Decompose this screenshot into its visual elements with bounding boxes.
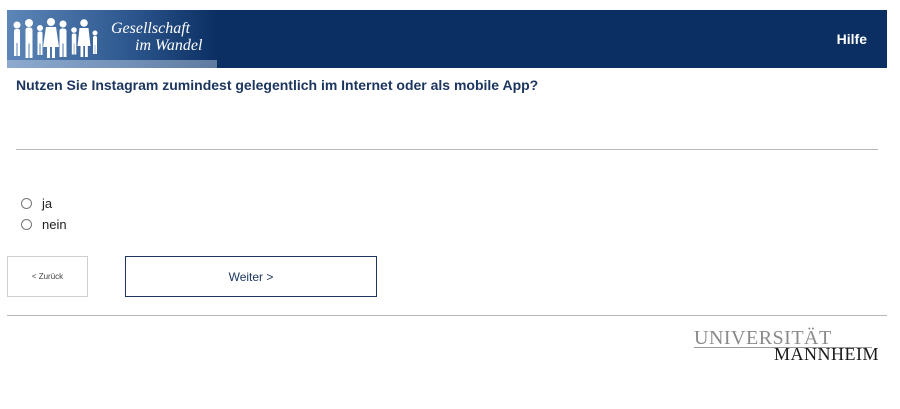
university-line-2: MANNHEIM <box>774 344 879 364</box>
gesellschaft-im-wandel-logo: Gesellschaft im Wandel <box>7 10 217 68</box>
logo-text: Gesellschaft im Wandel <box>111 20 202 54</box>
logo-line-1: Gesellschaft <box>111 20 191 37</box>
radio-ja[interactable] <box>21 198 32 209</box>
header-bar: Gesellschaft im Wandel Hilfe <box>7 10 887 68</box>
question-divider <box>16 149 878 150</box>
question-text: Nutzen Sie Instagram zumindest gelegentl… <box>16 77 539 93</box>
answer-options: ja nein <box>20 193 67 235</box>
footer-divider <box>7 315 887 316</box>
help-link[interactable]: Hilfe <box>837 31 867 47</box>
back-button[interactable]: < Zurück <box>7 256 88 297</box>
universitaet-mannheim-logo: UNIVERSITÄT MANNHEIM <box>694 328 879 364</box>
logo-line-2: im Wandel <box>135 37 203 54</box>
option-nein[interactable]: nein <box>20 214 67 235</box>
option-ja[interactable]: ja <box>20 193 67 214</box>
radio-nein[interactable] <box>21 219 32 230</box>
option-ja-label: ja <box>42 196 53 211</box>
next-button[interactable]: Weiter > <box>125 256 377 297</box>
option-nein-label: nein <box>42 217 67 232</box>
